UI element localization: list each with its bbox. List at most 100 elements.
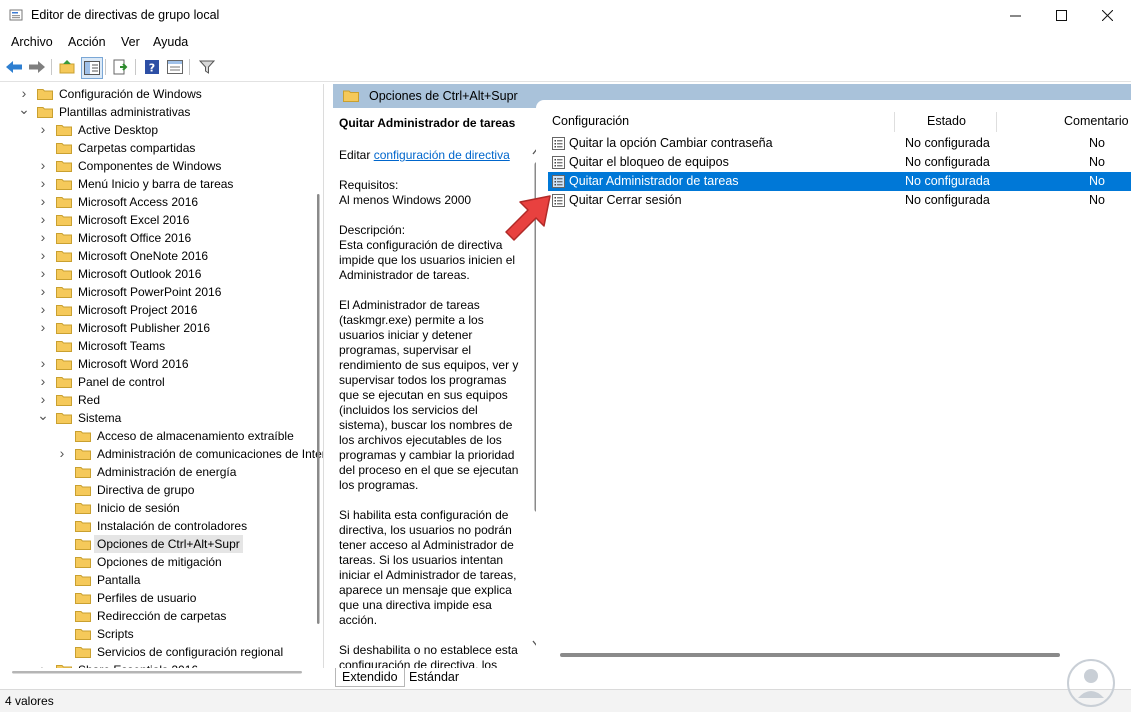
chevron-right-icon[interactable]: ›: [37, 247, 49, 265]
tree-vertical-scrollbar[interactable]: [314, 84, 322, 668]
tree-item[interactable]: › Microsoft PowerPoint 2016: [0, 283, 320, 301]
chevron-right-icon[interactable]: ›: [37, 157, 49, 175]
properties-button[interactable]: [165, 57, 185, 77]
filter-icon: [199, 60, 215, 74]
chevron-right-icon[interactable]: ›: [37, 283, 49, 301]
tree-item[interactable]: › Administración de comunicaciones de Int…: [0, 445, 323, 463]
chevron-right-icon[interactable]: ›: [37, 121, 49, 139]
list-horizontal-scrollbar[interactable]: [560, 653, 1060, 657]
tree-item[interactable]: Instalación de controladores: [0, 517, 320, 535]
column-estado[interactable]: Estado: [927, 114, 966, 128]
chevron-right-icon[interactable]: ›: [37, 211, 49, 229]
menu-accion[interactable]: Acción: [68, 35, 106, 49]
tree-item[interactable]: › Configuración de Windows: [0, 85, 320, 103]
tree-horizontal-scrollbar[interactable]: [0, 668, 323, 676]
tree-item[interactable]: Acceso de almacenamiento extraíble: [0, 427, 320, 445]
edit-policy-link[interactable]: configuración de directiva: [374, 148, 510, 162]
folder-icon: [75, 629, 91, 640]
tree-item[interactable]: › Active Desktop: [0, 121, 320, 139]
tree-item[interactable]: › Microsoft Office 2016: [0, 229, 320, 247]
details-pane: Opciones de Ctrl+Alt+Supr Quitar Adminis…: [333, 84, 1131, 687]
setting-comment: No: [1089, 155, 1105, 169]
setting-row[interactable]: Quitar Administrador de tareas No configu…: [548, 172, 1131, 191]
tree-item[interactable]: › Microsoft Excel 2016: [0, 211, 320, 229]
tree-item-label: Share Essentials 2016: [78, 661, 198, 668]
tree-item[interactable]: › Share Essentials 2016: [0, 661, 320, 668]
chevron-right-icon[interactable]: ›: [37, 265, 49, 283]
maximize-button[interactable]: [1038, 0, 1084, 31]
tab-extendido[interactable]: Extendido: [335, 668, 405, 687]
tree-item[interactable]: › Microsoft OneNote 2016: [0, 247, 320, 265]
tree-item-label: Pantalla: [97, 573, 141, 587]
chevron-right-icon[interactable]: ›: [56, 445, 68, 463]
chevron-right-icon[interactable]: ›: [37, 355, 49, 373]
setting-row[interactable]: Quitar el bloqueo de equipos No configura…: [548, 153, 1131, 172]
setting-row[interactable]: Quitar Cerrar sesión No configurada No: [548, 191, 1131, 210]
tree-item[interactable]: › Microsoft Access 2016: [0, 193, 320, 211]
tree-item[interactable]: › Microsoft Publisher 2016: [0, 319, 320, 337]
close-icon: [1101, 10, 1113, 21]
help-button[interactable]: ?: [142, 57, 162, 77]
tree-item[interactable]: Scripts: [0, 625, 320, 643]
tree-item-label: Configuración de Windows: [59, 87, 202, 101]
back-button[interactable]: [4, 57, 24, 77]
tree-item[interactable]: Carpetas compartidas: [0, 139, 320, 157]
tree-item[interactable]: › Componentes de Windows: [0, 157, 320, 175]
tree-item-label: Perfiles de usuario: [97, 591, 197, 605]
close-button[interactable]: [1084, 0, 1130, 31]
tree-item[interactable]: › Panel de control: [0, 373, 320, 391]
tree-item[interactable]: ⌄ Sistema: [0, 408, 320, 427]
tree-item-label: Acceso de almacenamiento extraíble: [97, 429, 294, 443]
tree-item[interactable]: Directiva de grupo: [0, 481, 320, 499]
tree-item[interactable]: Perfiles de usuario: [0, 589, 320, 607]
column-comentario[interactable]: Comentario: [1064, 114, 1129, 128]
tree-item[interactable]: ⌄ Plantillas administrativas: [0, 102, 320, 121]
tree-item[interactable]: Servicios de configuración regional: [0, 643, 320, 661]
filter-button[interactable]: [197, 57, 217, 77]
tree-item-label: Componentes de Windows: [78, 159, 222, 173]
tree-item[interactable]: Opciones de mitigación: [0, 553, 320, 571]
tree-item[interactable]: Redirección de carpetas: [0, 607, 320, 625]
minimize-button[interactable]: [992, 0, 1038, 31]
chevron-right-icon[interactable]: ›: [37, 661, 49, 668]
chevron-down-icon[interactable]: ⌄: [37, 408, 49, 427]
chevron-right-icon[interactable]: ›: [37, 301, 49, 319]
tree-item-label: Panel de control: [78, 375, 165, 389]
tree-item[interactable]: Microsoft Teams: [0, 337, 320, 355]
chevron-down-icon[interactable]: ⌄: [18, 102, 30, 121]
export-list-button[interactable]: [111, 57, 131, 77]
minimize-icon: [1009, 15, 1021, 17]
console-tree[interactable]: › Configuración de Windows ⌄ Plantillas adm…: [0, 84, 324, 668]
up-folder-button[interactable]: [57, 57, 77, 77]
tree-item[interactable]: Pantalla: [0, 571, 320, 589]
folder-icon: [56, 305, 72, 316]
chevron-right-icon[interactable]: ›: [37, 175, 49, 193]
folder-icon: [75, 647, 91, 658]
menu-ayuda[interactable]: Ayuda: [153, 35, 188, 49]
description-label: Descripción:: [339, 223, 406, 237]
tree-item-label: Opciones de mitigación: [97, 555, 222, 569]
tree-item[interactable]: › Microsoft Project 2016: [0, 301, 320, 319]
tree-item[interactable]: › Microsoft Word 2016: [0, 355, 320, 373]
folder-icon: [75, 611, 91, 622]
setting-row[interactable]: Quitar la opción Cambiar contraseña No co…: [548, 134, 1131, 153]
menu-archivo[interactable]: Archivo: [11, 35, 53, 49]
chevron-right-icon[interactable]: ›: [37, 373, 49, 391]
tree-item[interactable]: Inicio de sesión: [0, 499, 320, 517]
arrow-left-icon: [6, 61, 22, 73]
description-paragraph-2: El Administrador de tareas (taskmgr.exe)…: [339, 298, 519, 492]
tree-item-label: Microsoft Teams: [78, 339, 166, 353]
tab-estandar[interactable]: Estándar: [403, 668, 465, 686]
tree-item[interactable]: › Microsoft Outlook 2016: [0, 265, 320, 283]
tree-item[interactable]: Administración de energía: [0, 463, 320, 481]
chevron-right-icon[interactable]: ›: [37, 193, 49, 211]
show-hide-tree-button[interactable]: [81, 57, 103, 79]
chevron-right-icon[interactable]: ›: [37, 229, 49, 247]
chevron-right-icon[interactable]: ›: [37, 319, 49, 337]
menu-ver[interactable]: Ver: [121, 35, 140, 49]
column-configuracion[interactable]: Configuración: [552, 114, 629, 128]
tree-item[interactable]: Opciones de Ctrl+Alt+Supr: [0, 535, 320, 553]
tree-item[interactable]: › Menú Inicio y barra de tareas: [0, 175, 320, 193]
forward-button[interactable]: [27, 57, 47, 77]
folder-icon: [56, 179, 72, 190]
